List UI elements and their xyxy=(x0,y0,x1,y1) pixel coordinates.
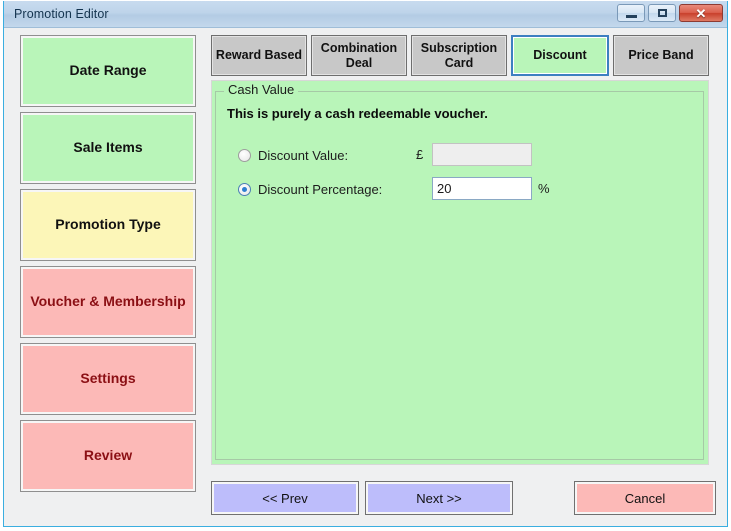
cancel-button[interactable]: Cancel xyxy=(574,481,716,515)
next-button[interactable]: Next >> xyxy=(365,481,513,515)
groupbox-legend: Cash Value xyxy=(224,82,299,97)
main-area: Reward Based Combination Deal Subscripti… xyxy=(211,35,709,465)
pound-symbol: £ xyxy=(416,147,424,162)
minimize-button[interactable] xyxy=(617,4,645,22)
percent-symbol: % xyxy=(538,181,550,196)
sidebar-item-voucher-membership[interactable]: Voucher & Membership xyxy=(20,266,196,338)
window-content: Date Range Sale Items Promotion Type Vou… xyxy=(4,28,727,526)
next-button-label: Next >> xyxy=(416,490,462,506)
discount-percentage-input[interactable] xyxy=(432,177,532,200)
sidebar-item-date-range[interactable]: Date Range xyxy=(20,35,196,107)
sidebar-item-sale-items[interactable]: Sale Items xyxy=(20,112,196,184)
prev-button[interactable]: << Prev xyxy=(211,481,359,515)
title-bar[interactable]: Promotion Editor ✕ xyxy=(4,1,727,28)
sidebar-item-label: Sale Items xyxy=(73,139,143,156)
discount-value-row[interactable]: Discount Value: xyxy=(238,144,348,166)
tab-label: Reward Based xyxy=(215,48,303,63)
tab-label: Combination Deal xyxy=(320,40,398,70)
tab-strip: Reward Based Combination Deal Subscripti… xyxy=(211,35,709,76)
cash-value-groupbox: Cash Value This is purely a cash redeema… xyxy=(215,82,704,460)
window-title: Promotion Editor xyxy=(14,7,109,21)
tab-label: Subscription Card xyxy=(420,40,498,70)
tab-label: Price Band xyxy=(628,48,694,63)
sidebar-item-label: Date Range xyxy=(69,62,147,79)
prev-button-label: << Prev xyxy=(262,490,308,506)
discount-panel: Cash Value This is purely a cash redeema… xyxy=(211,80,709,465)
window-controls: ✕ xyxy=(617,4,723,22)
close-button[interactable]: ✕ xyxy=(679,4,723,22)
minimize-icon xyxy=(625,14,637,18)
sidebar-item-label: Voucher & Membership xyxy=(30,293,186,310)
tab-price-band[interactable]: Price Band xyxy=(613,35,709,76)
footer-bar: << Prev Next >> Cancel xyxy=(4,481,727,515)
sidebar-item-label: Review xyxy=(83,447,133,464)
wizard-step-sidebar: Date Range Sale Items Promotion Type Vou… xyxy=(20,35,196,497)
tab-combination-deal[interactable]: Combination Deal xyxy=(311,35,407,76)
tab-subscription-card[interactable]: Subscription Card xyxy=(411,35,507,76)
tab-reward-based[interactable]: Reward Based xyxy=(211,35,307,76)
maximize-button[interactable] xyxy=(648,4,676,22)
discount-percentage-label: Discount Percentage: xyxy=(258,181,383,197)
discount-percentage-radio[interactable] xyxy=(238,182,251,196)
discount-value-radio[interactable] xyxy=(238,148,251,162)
discount-value-label: Discount Value: xyxy=(258,147,349,163)
tab-label: Discount xyxy=(533,48,587,63)
panel-headline: This is purely a cash redeemable voucher… xyxy=(227,106,488,121)
discount-percentage-row[interactable]: Discount Percentage: xyxy=(238,178,382,200)
sidebar-item-label: Settings xyxy=(80,370,136,387)
cancel-button-label: Cancel xyxy=(624,490,666,506)
close-icon: ✕ xyxy=(695,5,707,21)
sidebar-item-label: Promotion Type xyxy=(55,216,161,233)
maximize-icon xyxy=(657,9,667,17)
sidebar-item-promotion-type[interactable]: Promotion Type xyxy=(20,189,196,261)
discount-value-input[interactable] xyxy=(432,143,532,166)
promotion-editor-window: Promotion Editor ✕ Date Range Sale Items… xyxy=(3,1,728,527)
sidebar-item-settings[interactable]: Settings xyxy=(20,343,196,415)
tab-discount[interactable]: Discount xyxy=(511,35,609,76)
